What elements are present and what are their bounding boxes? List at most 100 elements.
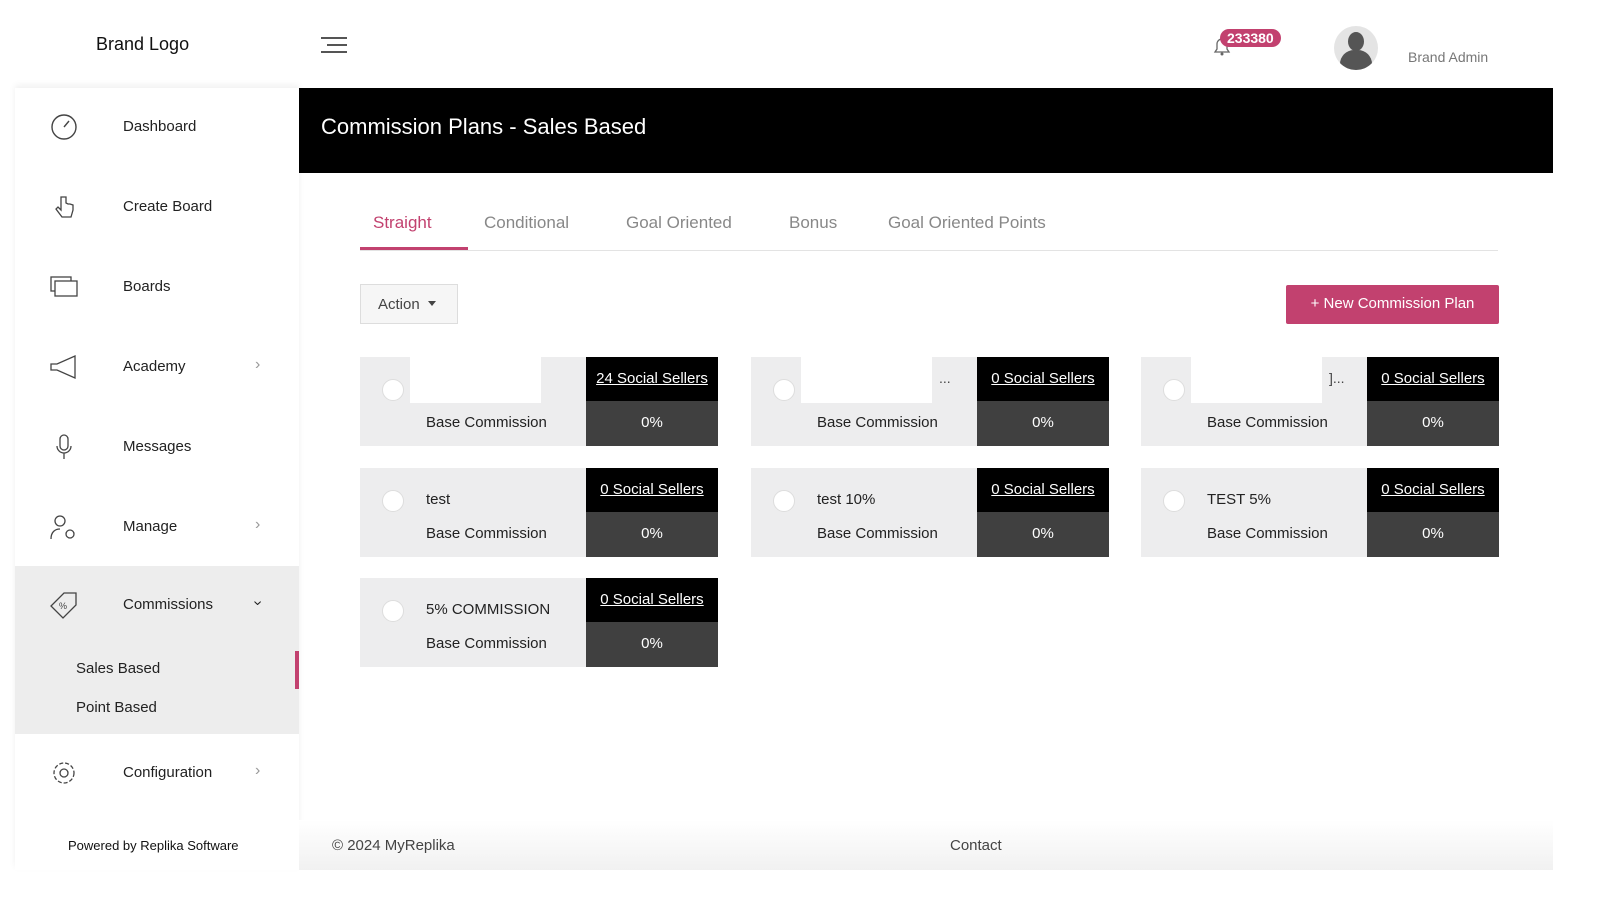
base-commission-label: Base Commission [426,414,547,431]
hand-pointer-icon [55,196,74,218]
sidebar-subitem-point-based[interactable]: Point Based [76,699,157,716]
contact-link[interactable]: Contact [950,837,1002,854]
sidebar-item-manage[interactable]: Manage › [15,488,299,568]
commission-value: 0% [977,512,1109,557]
microphone-icon [56,434,72,459]
select-radio[interactable] [382,490,404,512]
base-commission-label: Base Commission [1207,414,1328,431]
user-gear-icon [50,515,75,540]
commission-value: 0% [1367,512,1499,557]
sidebar-item-commissions[interactable]: % Commissions › Sales Based Point Based [15,566,299,734]
speedometer-icon [51,114,77,140]
sidebar: Dashboard Create Board Boards Academy › M… [15,88,299,870]
megaphone-icon [50,354,76,380]
gear-icon [53,762,75,784]
select-radio[interactable] [773,379,795,401]
page-title: Commission Plans - Sales Based [321,114,647,139]
sidebar-item-configuration[interactable]: Configuration › [15,734,299,814]
sidebar-item-academy[interactable]: Academy › [15,328,299,408]
chevron-down-icon: › [249,600,267,606]
base-commission-label: Base Commission [426,635,547,652]
tab-goal-oriented[interactable]: Goal Oriented [626,213,732,233]
social-sellers-link[interactable]: 0 Social Sellers [586,578,718,622]
sidebar-subitem-sales-based[interactable]: Sales Based [76,660,160,677]
sidebar-item-label: Boards [123,278,171,295]
social-sellers-link[interactable]: 24 Social Sellers [586,357,718,401]
sidebar-item-dashboard[interactable]: Dashboard [15,88,299,168]
svg-text:%: % [59,601,67,611]
menu-toggle-icon[interactable] [321,37,347,55]
tab-conditional[interactable]: Conditional [484,213,569,233]
chevron-right-icon: › [255,516,261,533]
commission-value: 0% [586,622,718,667]
social-sellers-link[interactable]: 0 Social Sellers [977,357,1109,401]
tag-percent-icon: % [50,592,77,619]
sidebar-item-label: Configuration [123,764,213,781]
sidebar-item-label: Create Board [123,198,213,215]
select-radio[interactable] [1163,379,1185,401]
commission-value: 0% [977,401,1109,446]
social-sellers-link[interactable]: 0 Social Sellers [977,468,1109,512]
title-ellipsis: ... [939,370,951,386]
active-tab-underline [360,247,468,250]
plan-title: test 10% [817,491,876,508]
commission-plan-card[interactable]: ]... Base Commission 0 Social Sellers 0% [1141,357,1499,446]
commission-value: 0% [586,512,718,557]
sidebar-item-create-board[interactable]: Create Board [15,168,299,248]
sidebar-item-messages[interactable]: Messages [15,408,299,488]
base-commission-label: Base Commission [426,525,547,542]
tab-goal-oriented-points[interactable]: Goal Oriented Points [888,213,1046,233]
tab-bar: Straight Conditional Goal Oriented Bonus… [360,200,1498,251]
sidebar-item-label: Manage [123,518,178,535]
social-sellers-link[interactable]: 0 Social Sellers [1367,468,1499,512]
select-radio[interactable] [773,490,795,512]
action-dropdown[interactable]: Action [360,284,458,324]
user-name[interactable]: Brand Admin [1408,49,1488,65]
title-ellipsis: ]... [1329,370,1345,386]
chevron-right-icon: › [255,356,261,373]
commission-value: 0% [586,401,718,446]
brand-logo[interactable]: Brand Logo [96,34,189,55]
commission-plan-card[interactable]: TEST 5% Base Commission 0 Social Sellers 0% [1141,468,1499,557]
commission-plan-card[interactable]: ... Base Commission 0 Social Sellers 0% [751,357,1109,446]
tab-bonus[interactable]: Bonus [789,213,837,233]
powered-by: Powered by Replika Software [68,838,239,853]
social-sellers-link[interactable]: 0 Social Sellers [1367,357,1499,401]
commission-plan-card[interactable]: Base Commission 24 Social Sellers 0% [360,357,718,446]
plan-title: TEST 5% [1207,491,1271,508]
new-commission-plan-button[interactable]: + New Commission Plan [1286,285,1499,324]
base-commission-label: Base Commission [817,525,938,542]
notification-badge[interactable]: 233380 [1220,29,1281,47]
redacted-title [410,357,541,403]
commission-plan-card[interactable]: 5% COMMISSION Base Commission 0 Social Sel… [360,578,718,667]
select-radio[interactable] [382,600,404,622]
active-indicator [295,651,299,689]
stacked-boards-icon [50,276,78,297]
social-sellers-link[interactable]: 0 Social Sellers [586,468,718,512]
redacted-title [801,357,932,403]
select-radio[interactable] [382,379,404,401]
sidebar-item-label: Academy [123,358,186,375]
action-label: Action [378,296,420,313]
sidebar-item-label: Messages [123,438,192,455]
base-commission-label: Base Commission [1207,525,1328,542]
commission-plan-card[interactable]: test 10% Base Commission 0 Social Sellers 0… [751,468,1109,557]
sidebar-item-label: Dashboard [123,118,197,135]
footer [299,820,1553,870]
sidebar-item-label: Commissions [123,596,214,613]
select-radio[interactable] [1163,490,1185,512]
plan-title: test [426,491,451,508]
tab-straight[interactable]: Straight [373,213,432,233]
redacted-title [1191,357,1322,403]
top-bar: Brand Logo 233380 Brand Admin [0,0,1553,88]
sidebar-item-boards[interactable]: Boards [15,248,299,328]
plan-title: 5% COMMISSION [426,601,551,618]
commission-plan-card[interactable]: test Base Commission 0 Social Sellers 0% [360,468,718,557]
caret-down-icon [427,300,436,310]
commission-value: 0% [1367,401,1499,446]
avatar[interactable] [1334,26,1378,70]
chevron-right-icon: › [255,762,261,779]
page-header: Commission Plans - Sales Based [299,88,1553,173]
base-commission-label: Base Commission [817,414,938,431]
copyright: © 2024 MyReplika [332,837,455,854]
